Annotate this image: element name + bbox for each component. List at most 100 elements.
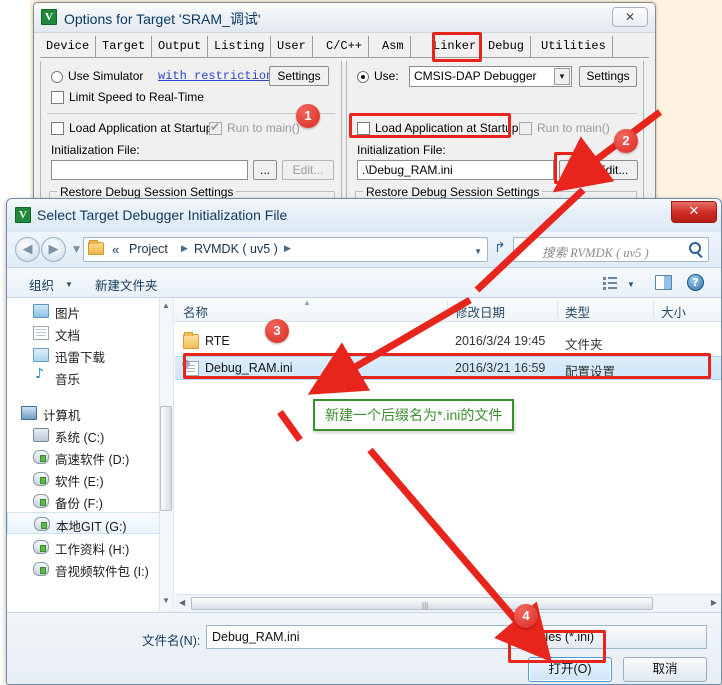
sidebar-item-drive-d[interactable]: 高速软件 (D:) xyxy=(7,446,173,468)
open-button[interactable]: 打开(O) xyxy=(528,657,612,682)
tab-utilities[interactable]: Utilities xyxy=(535,36,613,57)
breadcrumb-rvmdk[interactable]: RVMDK ( uv5 ) xyxy=(194,242,278,256)
edit-button-sim[interactable]: Edit... xyxy=(282,160,334,180)
drive-icon xyxy=(34,517,50,531)
chevron-right-icon: ▶ xyxy=(181,243,188,253)
help-icon[interactable]: ? xyxy=(687,274,704,291)
chevron-down-icon[interactable]: ▼ xyxy=(65,280,73,289)
cancel-button[interactable]: 取消 xyxy=(623,657,707,682)
simulator-settings-button[interactable]: Settings xyxy=(269,66,329,86)
green-annotation-note: 新建一个后缀名为*.ini的文件 xyxy=(313,399,515,431)
close-icon[interactable]: ✕ xyxy=(671,201,717,223)
column-header-type[interactable]: 类型 xyxy=(565,302,590,321)
breadcrumb-prefix[interactable]: « xyxy=(112,242,119,257)
tab-output[interactable]: Output xyxy=(152,36,209,57)
debugger-select[interactable]: CMSIS-DAP Debugger ▼ xyxy=(409,66,572,87)
table-row[interactable]: RTE 2016/3/24 19:45 文件夹 xyxy=(175,330,721,354)
run-to-main-checkbox-sim xyxy=(209,120,222,135)
file-list-pane: 名称 ▲ 修改日期 类型 大小 RTE 2016/3/24 19:45 文件夹 xyxy=(175,298,721,611)
sidebar-item-computer[interactable]: 计算机 xyxy=(7,402,173,424)
preview-pane-icon[interactable] xyxy=(655,275,672,290)
sidebar-item-drive-h[interactable]: 工作资料 (H:) xyxy=(7,536,173,558)
sidebar-item-drive-f[interactable]: 备份 (F:) xyxy=(7,490,173,512)
options-titlebar: V Options for Target 'SRAM_调试' ✕ xyxy=(34,3,655,33)
init-file-input-dbg[interactable]: .\Debug_RAM.ini xyxy=(357,160,554,180)
scrollbar-thumb[interactable] xyxy=(160,406,172,511)
sidebar-item-drive-g[interactable]: 本地GIT (G:) xyxy=(7,512,173,534)
sidebar-scrollbar[interactable]: ▲ ▼ xyxy=(159,298,173,611)
back-arrow-icon[interactable]: ◀ xyxy=(15,237,40,262)
file-list-header: 名称 ▲ 修改日期 类型 大小 xyxy=(175,298,721,322)
breadcrumb-project[interactable]: Project xyxy=(129,242,168,256)
column-header-date[interactable]: 修改日期 xyxy=(455,302,505,321)
column-header-name[interactable]: 名称 xyxy=(183,302,208,321)
tab-target[interactable]: Target xyxy=(96,36,153,57)
tab-linker[interactable]: Linker xyxy=(427,36,484,57)
use-simulator-radio[interactable] xyxy=(51,71,63,83)
new-folder-button[interactable]: 新建文件夹 xyxy=(95,275,158,294)
load-app-checkbox-dbg[interactable] xyxy=(357,122,370,135)
close-icon[interactable]: ✕ xyxy=(612,7,648,27)
search-input[interactable]: 搜索 RVMDK ( uv5 ) xyxy=(513,237,709,262)
sidebar-item-documents[interactable]: 文档 xyxy=(7,322,173,344)
sidebar-item-pictures[interactable]: 图片 xyxy=(7,300,173,322)
address-bar[interactable]: « Project ▶ RVMDK ( uv5 ) ▶ ▼ xyxy=(83,237,488,262)
use-label: Use: xyxy=(374,69,399,83)
chevron-down-icon[interactable]: ▼ xyxy=(554,68,570,85)
annotation-badge-2: 2 xyxy=(614,129,638,153)
column-divider[interactable] xyxy=(653,301,654,318)
tab-debug[interactable]: Debug xyxy=(482,36,532,57)
with-restrictions-link[interactable]: with restrictions xyxy=(158,69,280,83)
organize-button[interactable]: 组织 xyxy=(29,275,54,294)
documents-icon xyxy=(33,326,49,340)
use-debugger-radio[interactable] xyxy=(357,71,369,83)
limit-speed-label: Limit Speed to Real-Time xyxy=(69,90,204,104)
column-divider[interactable] xyxy=(447,301,448,318)
list-view-icon[interactable] xyxy=(603,276,618,290)
tab-device[interactable]: Device xyxy=(40,36,97,57)
chevron-down-icon[interactable]: ▼ xyxy=(627,280,635,289)
column-header-size[interactable]: 大小 xyxy=(661,302,686,321)
file-list-hscrollbar[interactable]: ◀ ||| ▶ xyxy=(175,594,721,611)
sidebar-item-label: 软件 (E:) xyxy=(55,475,104,489)
file-name: Debug_RAM.ini xyxy=(205,361,293,375)
simulator-panel: Use Simulator with restrictions Settings… xyxy=(40,61,342,199)
sidebar-item-music[interactable]: ♪ 音乐 xyxy=(7,366,173,388)
chevron-down-icon[interactable]: ▼ xyxy=(73,245,80,255)
load-app-label-dbg: Load Application at Startup xyxy=(375,121,519,135)
tab-asm[interactable]: Asm xyxy=(376,36,411,57)
sidebar-item-drive-i[interactable]: 音视频软件包 (I:) xyxy=(7,558,173,580)
drive-icon xyxy=(33,540,49,554)
scroll-right-icon[interactable]: ▶ xyxy=(711,598,717,607)
sidebar-item-drive-e[interactable]: 软件 (E:) xyxy=(7,468,173,490)
chevron-down-icon[interactable]: ▼ xyxy=(535,634,699,643)
limit-speed-checkbox[interactable] xyxy=(51,91,64,104)
tab-user[interactable]: User xyxy=(271,36,313,57)
scroll-up-icon[interactable]: ▲ xyxy=(160,300,172,314)
tab-c-cpp[interactable]: C/C++ xyxy=(320,36,370,57)
forward-arrow-icon[interactable]: ▶ xyxy=(41,237,66,262)
navigation-bar: ◀ ▶ ▼ « Project ▶ RVMDK ( uv5 ) ▶ ▼ ↱ 搜索… xyxy=(7,232,721,268)
debugger-settings-button[interactable]: Settings xyxy=(579,66,637,87)
tab-listing[interactable]: Listing xyxy=(208,36,272,57)
sidebar-item-label: 文档 xyxy=(55,329,81,343)
options-body: Device Target Output Listing User C/C++ … xyxy=(34,33,655,201)
init-file-input-sim[interactable] xyxy=(51,160,248,180)
browse-button-sim[interactable]: ... xyxy=(253,160,277,180)
table-row[interactable]: Debug_RAM.ini 2016/3/21 16:59 配置设置 xyxy=(175,356,721,380)
filename-input[interactable]: Debug_RAM.ini xyxy=(206,625,522,649)
scrollbar-grip: ||| xyxy=(422,601,429,610)
scroll-left-icon[interactable]: ◀ xyxy=(179,598,185,607)
load-app-checkbox-sim[interactable] xyxy=(51,122,64,135)
column-divider[interactable] xyxy=(557,301,558,318)
browse-button-dbg[interactable]: ... xyxy=(559,160,583,180)
address-dropdown-icon[interactable]: ▼ xyxy=(474,247,482,256)
annotation-badge-4: 4 xyxy=(514,604,538,628)
refresh-icon[interactable]: ↱ xyxy=(494,240,506,256)
sidebar-item-downloads[interactable]: 迅雷下载 xyxy=(7,344,173,366)
scroll-down-icon[interactable]: ▼ xyxy=(160,595,172,609)
file-type-filter-select[interactable]: Files (*.ini) ▼ xyxy=(528,625,707,649)
sidebar-item-system-c[interactable]: 系统 (C:) xyxy=(7,424,173,446)
scrollbar-thumb[interactable]: ||| xyxy=(191,597,653,610)
edit-button-dbg[interactable]: Edit... xyxy=(588,160,638,180)
